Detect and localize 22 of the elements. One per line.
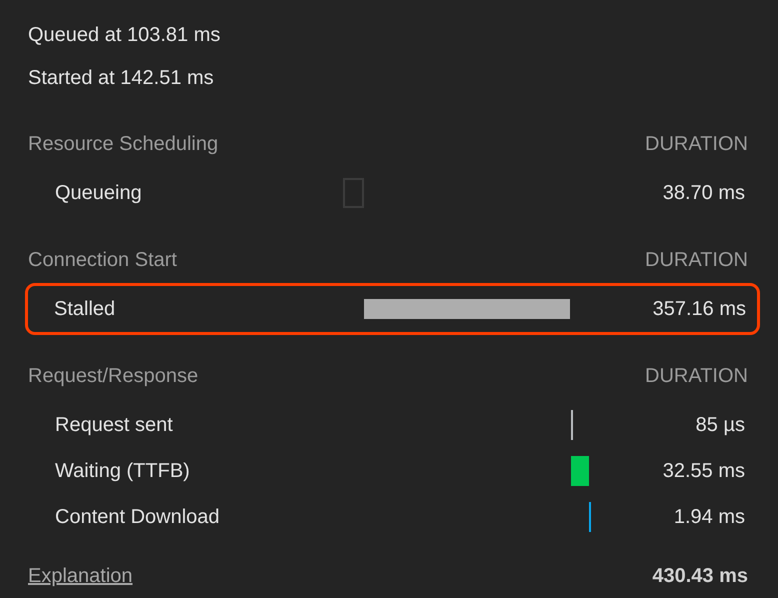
section-title: Resource Scheduling (28, 132, 218, 156)
timestamp-text: Queued at 103.81 ms (28, 24, 220, 47)
phase-label: Queueing (54, 182, 143, 204)
column-heading: DURATION (645, 364, 748, 388)
timestamp-text: Started at 142.51 ms (28, 67, 214, 90)
phase-label: Stalled (53, 298, 116, 320)
phase-label: Request sent (54, 414, 174, 436)
phase-label: Content Download (54, 506, 221, 528)
phase-label: Waiting (TTFB) (54, 460, 191, 482)
section-title: Request/Response (28, 364, 198, 388)
timing-bar (343, 178, 364, 208)
column-heading: DURATION (645, 132, 748, 156)
duration-value: 32.55 ms (662, 460, 745, 482)
section-title: Connection Start (28, 248, 177, 272)
duration-value: 1.94 ms (672, 506, 745, 528)
total-duration: 430.43 ms (652, 564, 748, 588)
duration-value: 38.70 ms (662, 182, 745, 204)
duration-value: 357.16 ms (652, 298, 746, 320)
column-heading: DURATION (645, 248, 748, 272)
timing-bar (571, 456, 589, 486)
duration-value: 85 µs (694, 414, 745, 436)
explanation-link[interactable]: Explanation (28, 564, 133, 588)
